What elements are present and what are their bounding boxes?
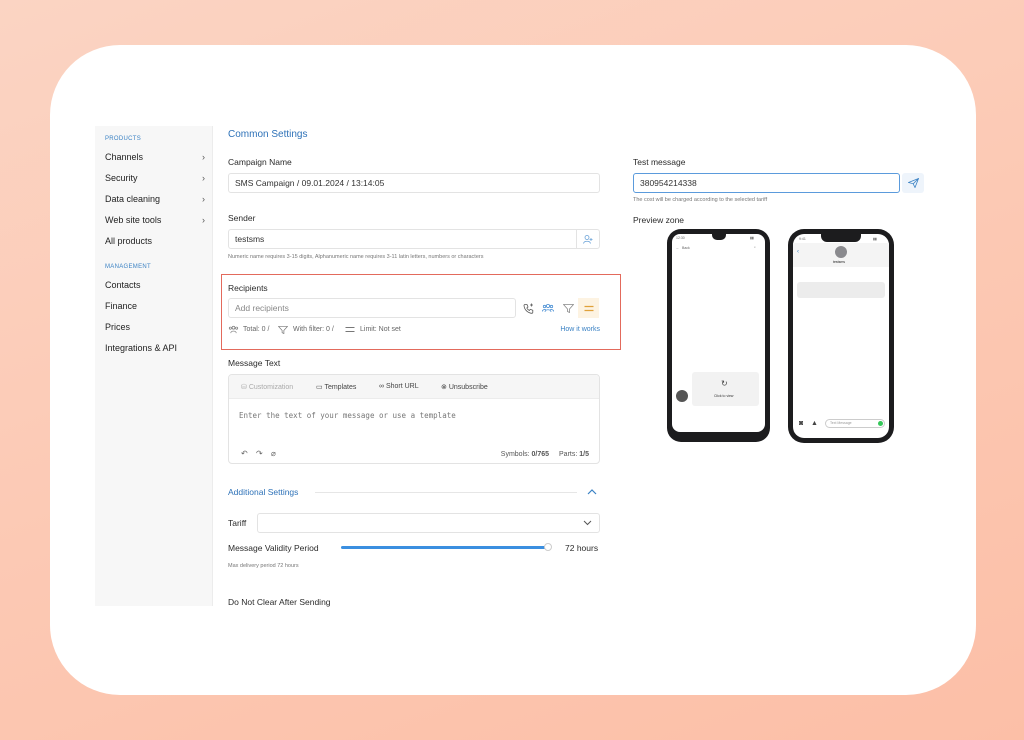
do-not-clear-label: Do Not Clear After Sending — [228, 597, 331, 607]
symbols-value: 0/765 — [531, 451, 550, 458]
message-editor: ⛁ Customization ▭ Templates ∞ Short URL … — [228, 374, 600, 464]
click-to-view: Click to view — [714, 394, 734, 398]
filter-icon[interactable] — [558, 298, 578, 318]
android-phone-preview: 12:30 ▮▮ ← Back ⌕ ↻ Click to view — [667, 229, 770, 442]
search-icon: ⌕ — [754, 245, 756, 249]
preview-zone-label: Preview zone — [633, 215, 685, 225]
chevron-right-icon: › — [202, 173, 205, 183]
iphone-contact-name: testsms — [833, 260, 846, 264]
sidebar-item-integrations-api[interactable]: Integrations & API — [105, 343, 205, 353]
link-icon: ∞ — [379, 383, 384, 390]
battery-icon: ▮▮ — [873, 237, 877, 241]
dynamic-notch — [821, 234, 861, 242]
chevron-up-icon[interactable] — [587, 488, 597, 495]
iphone-message-input: Text Message — [825, 419, 885, 428]
validity-slider-track[interactable] — [341, 546, 548, 549]
sidebar-item-prices[interactable]: Prices — [105, 322, 205, 332]
validity-period-label: Message Validity Period — [228, 543, 319, 553]
chevron-right-icon: › — [202, 215, 205, 225]
camera-icon: ◙ — [799, 420, 804, 427]
iphone-time: 9:41 — [799, 237, 806, 241]
sidebar: PRODUCTS Channels › Security › Data cleani… — [95, 126, 213, 606]
validity-hint: Max delivery period 72 hours — [228, 563, 299, 569]
unsubscribe-icon: ⊗ — [441, 384, 447, 391]
limit-value: Limit: Not set — [360, 326, 401, 333]
chevron-right-icon: › — [202, 194, 205, 204]
limit-icon[interactable] — [578, 298, 599, 318]
common-settings-title: Common Settings — [228, 129, 308, 140]
customization-icon: ⛁ — [241, 384, 247, 391]
validity-value: 72 hours — [565, 543, 599, 553]
iphone-preview: 9:41 ▮▮ ‹ testsms ◙ ▲ Text Message — [788, 229, 894, 443]
message-toolbar: ⛁ Customization ▭ Templates ∞ Short URL … — [229, 375, 599, 399]
add-recipients-input[interactable]: Add recipients — [228, 298, 516, 318]
sidebar-item-security[interactable]: Security › — [105, 173, 205, 183]
iphone-message-bubble — [797, 282, 885, 298]
validity-slider-handle[interactable] — [544, 543, 552, 551]
android-back-label: Back — [682, 246, 690, 250]
parts-value: 1/5 — [579, 451, 589, 458]
undo-icon[interactable]: ↶ — [241, 449, 248, 458]
android-screen: 12:30 ▮▮ ← Back ⌕ ↻ Click to view — [672, 234, 765, 432]
contact-avatar — [835, 246, 847, 258]
sidebar-item-all-products[interactable]: All products — [105, 236, 205, 246]
sidebar-item-contacts[interactable]: Contacts — [105, 280, 205, 290]
total-count: Total: 0 / — [243, 326, 270, 333]
sender-input[interactable]: testsms — [228, 229, 600, 249]
campaign-name-input[interactable]: SMS Campaign / 09.01.2024 / 13:14:05 — [228, 173, 600, 193]
apps-icon: ▲ — [811, 420, 818, 427]
android-time: 12:30 — [676, 236, 685, 240]
message-counters: Symbols: 0/765 Parts: 1/5 — [500, 451, 589, 458]
sidebar-item-web-site-tools[interactable]: Web site tools › — [105, 215, 205, 225]
avatar — [676, 390, 688, 402]
camera-notch — [712, 234, 726, 240]
redo-icon[interactable]: ↷ — [256, 449, 263, 458]
how-it-works-link[interactable]: How it works — [560, 326, 600, 333]
sidebar-section-management: MANAGEMENT — [105, 264, 152, 270]
templates-button[interactable]: ▭ Templates — [316, 383, 356, 391]
tariff-label: Tariff — [228, 518, 247, 528]
filter-small-icon — [278, 326, 288, 334]
phone-add-icon[interactable] — [518, 298, 538, 318]
short-url-button[interactable]: ∞ Short URL — [379, 383, 419, 390]
test-message-label: Test message — [633, 157, 686, 167]
test-phone-input[interactable]: 380954214338 — [633, 173, 900, 193]
with-filter-count: With filter: 0 / — [293, 326, 334, 333]
recipients-label: Recipients — [228, 283, 268, 293]
additional-settings-title[interactable]: Additional Settings — [228, 487, 298, 497]
message-textarea[interactable]: Enter the text of your message or use a … — [239, 411, 456, 420]
sidebar-item-finance[interactable]: Finance — [105, 301, 205, 311]
sender-label: Sender — [228, 213, 256, 223]
message-bubble: ↻ Click to view — [692, 372, 759, 406]
chevron-right-icon: › — [202, 152, 205, 162]
back-icon: ← — [676, 246, 680, 250]
send-icon — [907, 178, 919, 188]
customization-button[interactable]: ⛁ Customization — [241, 383, 293, 391]
groups-small-icon — [228, 325, 239, 334]
tariff-select[interactable] — [257, 513, 600, 533]
signal-icon: ▮▮ — [750, 236, 754, 240]
clear-format-icon[interactable]: ⌀ — [271, 449, 276, 458]
campaign-name-label: Campaign Name — [228, 157, 292, 167]
send-dot-icon — [878, 421, 883, 426]
recipients-stats: Total: 0 / With filter: 0 / Limit: Not s… — [228, 325, 600, 335]
limit-small-icon — [345, 327, 355, 332]
refresh-icon: ↻ — [721, 379, 728, 388]
templates-icon: ▭ — [316, 384, 323, 391]
iphone-back-icon: ‹ — [797, 249, 799, 255]
message-text-label: Message Text — [228, 358, 281, 368]
test-cost-hint: The cost will be charged according to th… — [633, 197, 768, 203]
sidebar-item-channels[interactable]: Channels › — [105, 152, 205, 162]
iphone-screen: 9:41 ▮▮ ‹ testsms ◙ ▲ Text Message — [793, 234, 889, 438]
sidebar-item-data-cleaning[interactable]: Data cleaning › — [105, 194, 205, 204]
send-test-button[interactable] — [902, 173, 924, 193]
groups-icon[interactable] — [538, 298, 558, 318]
sidebar-section-products: PRODUCTS — [105, 136, 142, 142]
add-sender-icon[interactable] — [576, 230, 599, 248]
chevron-down-icon[interactable] — [583, 520, 592, 526]
unsubscribe-button[interactable]: ⊗ Unsubscribe — [441, 383, 488, 391]
divider — [315, 492, 577, 493]
sender-hint: Numeric name requires 3-15 digits, Alpha… — [228, 254, 484, 260]
